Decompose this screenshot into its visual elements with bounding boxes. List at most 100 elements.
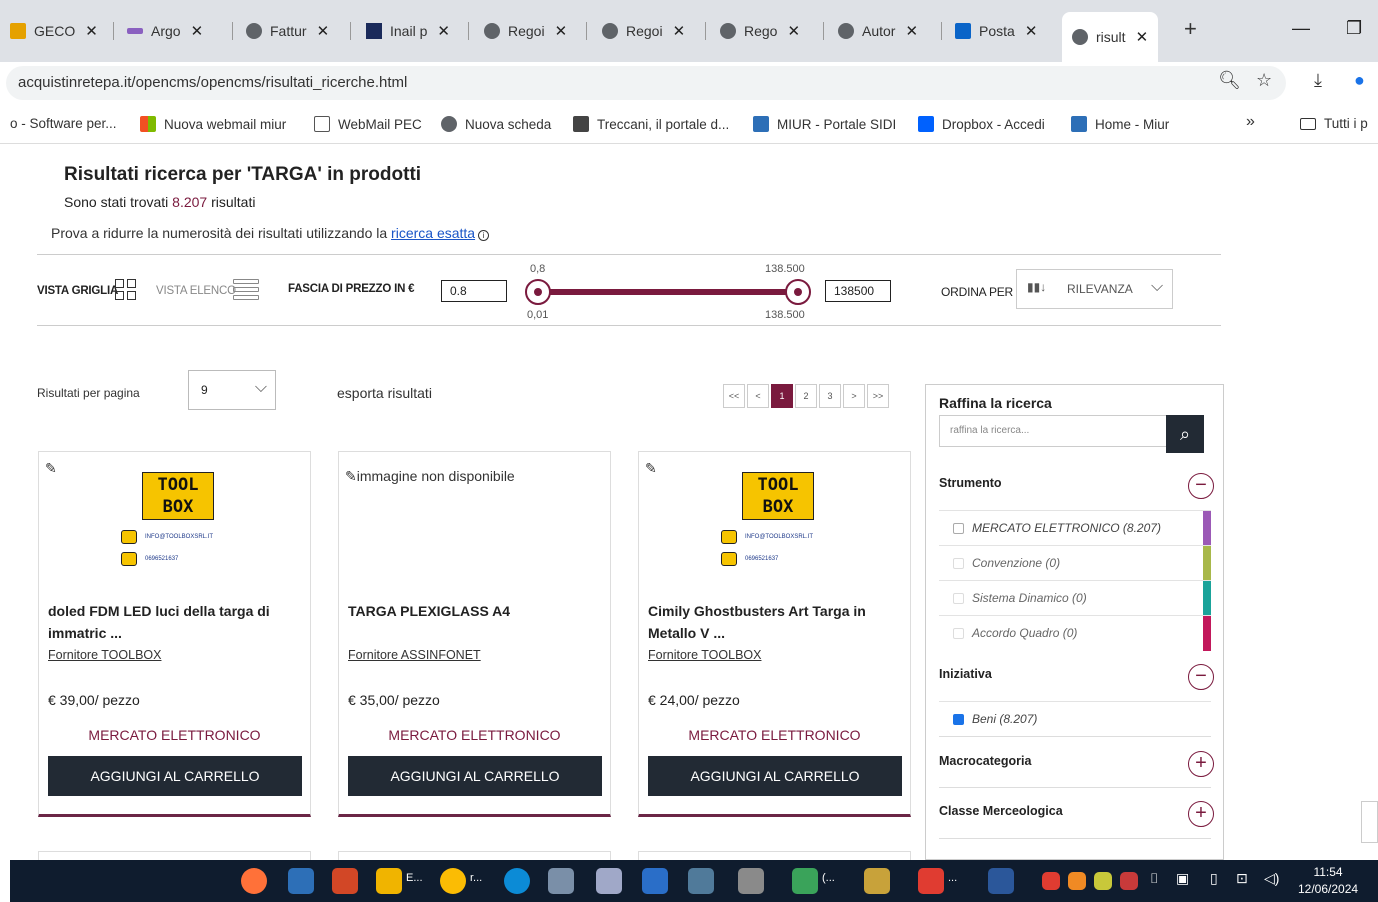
close-icon[interactable]: ✕ [555, 22, 568, 40]
supplier-link[interactable]: Fornitore TOOLBOX [648, 648, 761, 662]
facet-option[interactable]: Sistema Dinamico (0) [939, 580, 1211, 616]
add-to-cart-button[interactable]: AGGIUNGI AL CARRELLO [48, 756, 302, 796]
checkbox[interactable] [953, 558, 964, 569]
close-icon[interactable]: ✕ [317, 22, 330, 40]
close-icon[interactable]: ✕ [85, 22, 98, 40]
search-icon[interactable]: ⌕ [1166, 415, 1204, 453]
star-icon[interactable]: ☆ [1256, 70, 1272, 91]
bookmark-miur-sidi[interactable]: MIUR - Portale SIDI [753, 116, 896, 132]
bookmark-nuova-scheda[interactable]: Nuova scheda [441, 116, 551, 132]
restore-icon[interactable]: ❐ [1346, 18, 1362, 39]
edit-icon[interactable]: ✎ [645, 460, 657, 477]
add-to-cart-button[interactable]: AGGIUNGI AL CARRELLO [348, 756, 602, 796]
add-to-cart-button[interactable]: AGGIUNGI AL CARRELLO [648, 756, 902, 796]
zoom-icon[interactable]: 🔍︎ [1218, 70, 1241, 91]
supplier-link[interactable]: Fornitore ASSINFONET [348, 648, 481, 662]
tab-rego-2[interactable]: Regoi ✕ [602, 14, 685, 48]
facet-strumento[interactable]: Strumento [939, 476, 1002, 490]
price-max-input[interactable]: 138500 [825, 280, 891, 302]
refine-search-input[interactable]: raffina la ricerca... [939, 415, 1167, 447]
all-bookmarks[interactable]: Tutti i p [1300, 116, 1368, 131]
page-prev[interactable]: < [747, 384, 769, 408]
facet-classe-merceologica[interactable]: Classe Merceologica [939, 804, 1063, 818]
app-icon[interactable] [596, 868, 622, 894]
collapse-icon[interactable]: − [1188, 473, 1214, 499]
tray-icon[interactable] [1042, 872, 1060, 890]
tab-inail[interactable]: Inail p ✕ [366, 14, 450, 48]
list-view-icon[interactable] [233, 279, 259, 301]
per-page-select[interactable]: 9 ⌵ [188, 370, 276, 410]
new-tab-icon[interactable]: + [1184, 16, 1197, 42]
tab-posta[interactable]: Posta ✕ [955, 14, 1037, 48]
battery-icon[interactable]: ▯ [1210, 870, 1218, 887]
exact-search-link[interactable]: ricerca esatta [391, 225, 475, 241]
pdf-icon[interactable] [918, 868, 944, 894]
bookmark-dropbox[interactable]: Dropbox - Accedi [918, 116, 1045, 132]
page-2[interactable]: 2 [795, 384, 817, 408]
bookmark-webmail-miur[interactable]: Nuova webmail miur [140, 116, 286, 132]
close-icon[interactable]: ✕ [787, 22, 800, 40]
word-icon[interactable] [988, 868, 1014, 894]
expand-icon[interactable]: + [1188, 801, 1214, 827]
info-icon[interactable]: i [478, 230, 490, 241]
tab-autor[interactable]: Autor ✕ [838, 14, 918, 48]
page-1[interactable]: 1 [771, 384, 793, 408]
volume-icon[interactable]: ◁) [1264, 870, 1279, 887]
page-3[interactable]: 3 [819, 384, 841, 408]
download-icon[interactable]: ⤓ [1314, 70, 1322, 91]
product-title[interactable]: doled FDM LED luci della targa di immatr… [48, 600, 298, 644]
network-icon[interactable]: ⊡ [1236, 870, 1248, 887]
tray-icon[interactable] [1120, 872, 1138, 890]
checkbox-checked[interactable] [953, 714, 964, 725]
sort-select[interactable]: ▮▮↓ RILEVANZA ⌵ [1016, 269, 1173, 309]
minimize-icon[interactable]: — [1292, 18, 1310, 39]
tab-fattur[interactable]: Fattur ✕ [246, 14, 329, 48]
supplier-link[interactable]: Fornitore TOOLBOX [48, 648, 161, 662]
chrome-icon[interactable] [440, 868, 466, 894]
price-min-input[interactable]: 0.8 [441, 280, 507, 302]
facet-option[interactable]: MERCATO ELETTRONICO (8.207) [939, 510, 1211, 546]
close-icon[interactable]: ✕ [1136, 28, 1149, 46]
bookmark-home-miur[interactable]: Home - Miur [1071, 116, 1169, 132]
winrar-icon[interactable] [864, 868, 890, 894]
page-last[interactable]: >> [867, 384, 889, 408]
list-view-label[interactable]: VISTA ELENCO [156, 285, 236, 297]
tab-rego-3[interactable]: Rego ✕ [720, 14, 800, 48]
app-icon[interactable] [288, 868, 314, 894]
app-icon[interactable] [642, 868, 668, 894]
file-explorer-icon[interactable] [376, 868, 402, 894]
price-slider-track[interactable] [537, 289, 799, 295]
checkbox[interactable] [953, 593, 964, 604]
url-input[interactable]: acquistinretepa.it/opencms/opencms/risul… [6, 66, 1286, 100]
edit-icon[interactable]: ✎ [45, 460, 57, 477]
page-first[interactable]: << [723, 384, 745, 408]
app-icon[interactable] [332, 868, 358, 894]
close-icon[interactable]: ✕ [437, 22, 450, 40]
bookmark-webmail-pec[interactable]: WebMail PEC [314, 116, 422, 132]
checkbox[interactable] [953, 628, 964, 639]
product-title[interactable]: TARGA PLEXIGLASS A4 [348, 600, 598, 622]
product-title[interactable]: Cimily Ghostbusters Art Targa in Metallo… [648, 600, 898, 644]
facet-iniziativa[interactable]: Iniziativa [939, 667, 992, 681]
collapse-icon[interactable]: − [1188, 664, 1214, 690]
calculator-icon[interactable] [688, 868, 714, 894]
firefox-icon[interactable] [241, 868, 267, 894]
tab-rego-1[interactable]: Regoi ✕ [484, 14, 567, 48]
app-icon[interactable] [792, 868, 818, 894]
tray-icon[interactable] [1094, 872, 1112, 890]
close-icon[interactable]: ✕ [673, 22, 686, 40]
facet-macrocategoria[interactable]: Macrocategoria [939, 754, 1031, 768]
grid-view-icon[interactable] [115, 279, 137, 301]
scroll-to-top-button[interactable] [1361, 801, 1378, 843]
clock[interactable]: 11:54 12/06/2024 [1298, 864, 1358, 898]
usb-icon[interactable]: ⌷ [1150, 870, 1158, 887]
facet-option[interactable]: Beni (8.207) [939, 701, 1211, 736]
edge-icon[interactable] [504, 868, 530, 894]
bookmarks-overflow-icon[interactable]: » [1246, 113, 1255, 131]
bookmark-software[interactable]: o - Software per... [10, 116, 117, 131]
tab-geco[interactable]: GECO ✕ [10, 14, 98, 48]
facet-option[interactable]: Convenzione (0) [939, 545, 1211, 581]
app-icon[interactable] [738, 868, 764, 894]
expand-icon[interactable]: + [1188, 751, 1214, 777]
tray-icon[interactable]: ▣ [1176, 870, 1189, 887]
